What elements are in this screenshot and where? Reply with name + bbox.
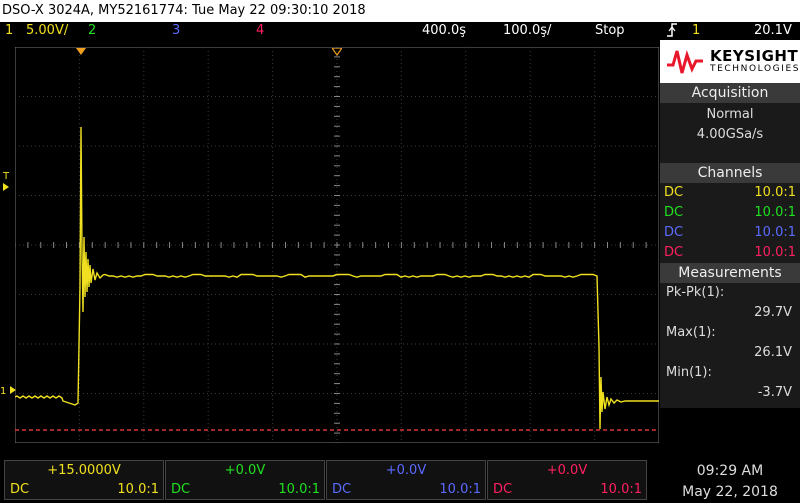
channel-coupling: DC <box>664 185 684 200</box>
channel-row-4[interactable]: DC 10.0:1 <box>664 243 796 263</box>
ch4-offset: +0.0V <box>546 463 588 478</box>
channel-probe: 10.0:1 <box>754 205 796 220</box>
acquisition-header[interactable]: Acquisition <box>660 83 800 103</box>
clock: 09:29 AM May 22, 2018 <box>660 460 800 500</box>
trigger-info[interactable]: 1 20.1V <box>660 22 800 40</box>
window-title: DSO-X 3024A, MY52161774: Tue May 22 09:3… <box>2 3 366 18</box>
ch1-ground-label: 1 <box>0 386 7 397</box>
measurement-label: Pk-Pk(1): <box>666 285 725 300</box>
ch4-number[interactable]: 4 <box>256 22 264 40</box>
trigger-position-marker[interactable] <box>76 41 86 60</box>
acquisition-panel: Normal 4.00GSa/s <box>660 103 800 163</box>
measurements-header[interactable]: Measurements <box>660 263 800 283</box>
ch1-number[interactable]: 1 <box>5 22 13 40</box>
channel-coupling: DC <box>664 205 684 220</box>
clock-time: 09:29 AM <box>696 463 764 479</box>
ch4-softkey[interactable]: +0.0V DC 10.0:1 <box>487 460 647 500</box>
clock-date: May 22, 2018 <box>682 484 778 500</box>
run-state[interactable]: Stop <box>595 22 625 40</box>
logo-brand: KEYSIGHT <box>710 47 799 65</box>
keysight-wave-icon <box>667 50 703 74</box>
channels-header[interactable]: Channels <box>660 163 800 183</box>
channel-probe: 10.0:1 <box>754 185 796 200</box>
title-bar: DSO-X 3024A, MY52161774: Tue May 22 09:3… <box>0 0 800 22</box>
ground-arrow-icon <box>9 386 16 394</box>
channel-row-1[interactable]: DC 10.0:1 <box>664 183 796 203</box>
acquisition-mode: Normal <box>706 107 754 122</box>
status-bar: 1 5.00V/ 2 3 4 400.0ş 100.0ş/ Stop <box>0 22 660 40</box>
trigger-level-label: T <box>3 171 10 182</box>
channel-row-3[interactable]: DC 10.0:1 <box>664 223 796 243</box>
ch2-number[interactable]: 2 <box>88 22 96 40</box>
channel-probe: 10.0:1 <box>754 225 796 240</box>
measurement-value: 26.1V <box>754 345 792 360</box>
ch1-ground-marker[interactable]: 1 <box>0 386 16 398</box>
trigger-level: 20.1V <box>754 23 792 38</box>
sample-rate: 4.00GSa/s <box>696 127 764 142</box>
measurement-value: 29.7V <box>754 305 792 320</box>
delay[interactable]: 100.0ş/ <box>503 22 551 40</box>
channels-panel: DC 10.0:1 DC 10.0:1 DC 10.0:1 DC 10.0:1 <box>660 183 800 263</box>
ch1-coupling: DC <box>10 482 30 497</box>
side-panel: KEYSIGHT TECHNOLOGIES Acquisition Normal… <box>660 40 800 458</box>
channel-probe: 10.0:1 <box>754 245 796 260</box>
channel-status-bar: +15.0000V DC 10.0:1 +0.0V DC 10.0:1 +0.0… <box>0 458 800 503</box>
ch1-probe: 10.0:1 <box>117 482 159 497</box>
measurements-panel: Pk-Pk(1): 29.7V Max(1): 26.1V Min(1): -3… <box>660 283 800 408</box>
logo-sub: TECHNOLOGIES <box>710 64 800 74</box>
ch3-softkey[interactable]: +0.0V DC 10.0:1 <box>326 460 486 500</box>
trigger-source: 1 <box>692 23 701 38</box>
ch1-offset: +15.0000V <box>47 463 121 478</box>
measurement-label: Max(1): <box>666 325 716 340</box>
ch2-probe: 10.0:1 <box>278 482 320 497</box>
ch3-offset: +0.0V <box>385 463 427 478</box>
ch2-offset: +0.0V <box>224 463 266 478</box>
delay-reference-marker[interactable] <box>330 41 344 60</box>
ch2-softkey[interactable]: +0.0V DC 10.0:1 <box>165 460 325 500</box>
measurement-value: -3.7V <box>757 385 792 400</box>
ch3-coupling: DC <box>332 482 352 497</box>
ch4-coupling: DC <box>493 482 513 497</box>
channel-coupling: DC <box>664 245 684 260</box>
timebase[interactable]: 400.0ş <box>422 22 466 40</box>
measurement-label: Min(1): <box>666 365 712 380</box>
ch2-coupling: DC <box>171 482 191 497</box>
trigger-level-marker[interactable]: T <box>3 172 9 191</box>
ch3-probe: 10.0:1 <box>439 482 481 497</box>
ch4-probe: 10.0:1 <box>600 482 642 497</box>
ch1-scale[interactable]: 5.00V/ <box>26 22 68 40</box>
keysight-logo: KEYSIGHT TECHNOLOGIES <box>660 40 800 83</box>
ch3-number[interactable]: 3 <box>172 22 180 40</box>
waveform-display[interactable] <box>15 47 659 443</box>
ch1-softkey[interactable]: +15.0000V DC 10.0:1 <box>4 460 164 500</box>
channel-row-2[interactable]: DC 10.0:1 <box>664 203 796 223</box>
channel-coupling: DC <box>664 225 684 240</box>
